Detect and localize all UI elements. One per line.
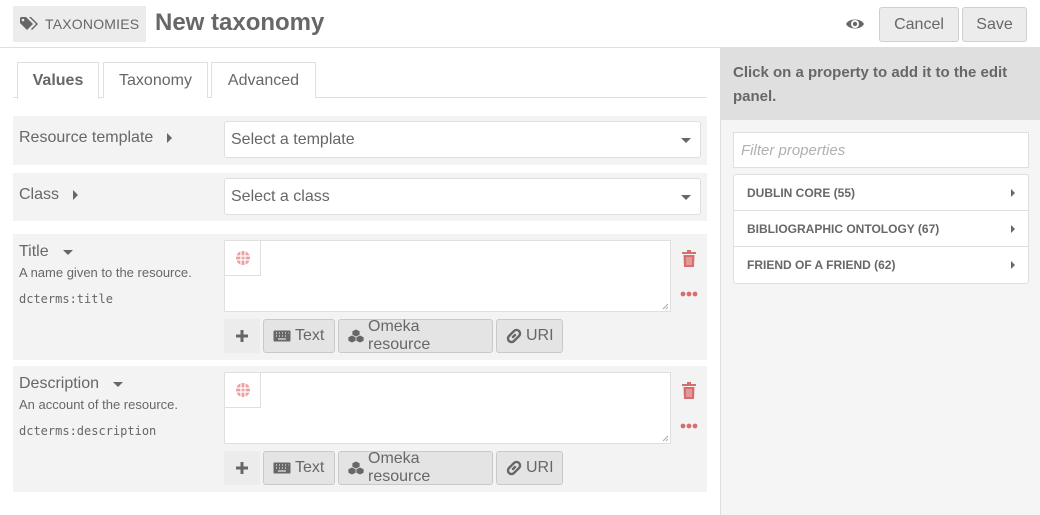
link-icon [506,328,522,344]
add-text-value-button[interactable]: Text [263,319,335,353]
page-header: TAXONOMIES New taxonomy Cancel Save [0,0,1040,48]
class-select-value: Select a class [231,187,330,205]
tab-advanced[interactable]: Advanced [211,62,316,98]
trash-icon[interactable] [682,382,696,399]
property-label[interactable]: Description [19,375,124,393]
sidebar-instructions: Click on a property to add it to the edi… [721,48,1040,120]
add-text-value-button[interactable]: Text [263,451,335,485]
vocabulary-item[interactable]: BIBLIOGRAPHIC ONTOLOGY (67) [734,211,1028,247]
save-button[interactable]: Save [962,7,1027,42]
chevron-down-icon [681,138,691,143]
page-title: New taxonomy [155,9,325,36]
property-selector-sidebar: Click on a property to add it to the edi… [720,48,1040,515]
plus-icon [236,330,248,342]
add-value-button[interactable] [224,451,260,485]
property-row-title: Title A name given to the resource. dcte… [13,234,707,360]
resource-template-select[interactable]: Select a template [224,121,701,158]
vocabulary-item[interactable]: DUBLIN CORE (55) [734,175,1028,211]
tab-values[interactable]: Values [17,62,99,99]
property-label[interactable]: Title [19,243,73,261]
globe-icon [235,383,250,397]
property-label-text: Title [19,243,49,260]
add-uri-value-button[interactable]: URI [496,451,563,485]
class-label[interactable]: Class [19,186,79,204]
property-label-text: Description [19,375,100,392]
more-options-icon[interactable] [680,423,698,429]
collapse-icon[interactable] [113,381,124,387]
resource-template-select-value: Select a template [231,130,355,148]
resource-button-label: Omeka resource [368,450,431,485]
language-button[interactable] [225,241,261,276]
property-term: dcterms:description [19,424,157,438]
text-button-label: Text [295,327,325,344]
tab-taxonomy[interactable]: Taxonomy [103,62,208,98]
caret-right-icon [1011,189,1015,197]
vocabulary-label: DUBLIN CORE (55) [747,185,856,200]
tags-icon [20,17,38,30]
eye-icon[interactable] [845,16,865,32]
filter-properties-input[interactable] [733,132,1029,168]
trash-icon[interactable] [682,250,696,267]
property-term: dcterms:title [19,292,113,306]
vocabulary-label: FRIEND OF A FRIEND (62) [747,258,896,272]
vocabulary-list: DUBLIN CORE (55) BIBLIOGRAPHIC ONTOLOGY … [733,174,1029,284]
cubes-icon [348,461,364,475]
vocabulary-label: BIBLIOGRAPHIC ONTOLOGY (67) [747,221,940,236]
resource-template-row: Resource template Select a template [13,116,707,165]
globe-icon [235,251,250,265]
property-description: A name given to the resource. [19,265,192,280]
caret-right-icon [1011,225,1015,233]
description-value-input[interactable] [225,373,670,443]
caret-right-icon [1011,261,1015,269]
expand-icon[interactable] [73,190,79,200]
resource-template-label-text: Resource template [19,129,154,146]
breadcrumb-label: TAXONOMIES [45,16,140,32]
resize-handle[interactable] [662,303,669,310]
keyboard-icon [273,330,291,342]
plus-icon [236,462,248,474]
resource-button-label: Omeka resource [368,318,431,353]
class-label-text: Class [19,186,60,203]
keyboard-icon [273,462,291,474]
cancel-button[interactable]: Cancel [879,7,959,42]
expand-icon[interactable] [167,133,173,143]
title-value-input[interactable] [225,241,670,311]
link-icon [506,460,522,476]
property-description: An account of the resource. [19,397,178,412]
add-resource-value-button[interactable]: Omeka resource [338,318,493,353]
chevron-down-icon [681,195,691,200]
add-value-button[interactable] [224,319,260,353]
add-resource-value-button[interactable]: Omeka resource [338,450,493,485]
section-tabs: Values Taxonomy Advanced [13,62,707,99]
class-row: Class Select a class [13,173,707,221]
more-options-icon[interactable] [680,291,698,297]
cubes-icon [348,329,364,343]
uri-button-label: URI [526,327,554,344]
resource-template-label[interactable]: Resource template [19,129,173,147]
value-textarea-wrapper [224,372,671,444]
vocabulary-item[interactable]: FRIEND OF A FRIEND (62) [734,247,1028,283]
property-row-description: Description An account of the resource. … [13,366,707,492]
breadcrumb-taxonomies[interactable]: TAXONOMIES [13,6,147,42]
text-button-label: Text [295,459,325,476]
resize-handle[interactable] [662,435,669,442]
collapse-icon[interactable] [62,249,73,255]
class-select[interactable]: Select a class [224,178,701,215]
uri-button-label: URI [526,459,554,476]
add-uri-value-button[interactable]: URI [496,319,563,353]
value-textarea-wrapper [224,240,671,312]
language-button[interactable] [225,373,261,408]
